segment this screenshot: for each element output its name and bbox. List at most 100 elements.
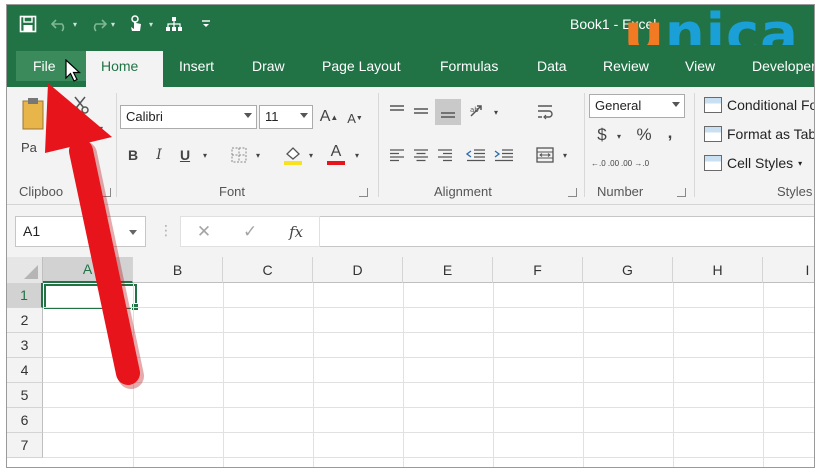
- active-cell[interactable]: [44, 284, 139, 311]
- formula-input[interactable]: [320, 216, 814, 247]
- group-separator: [378, 93, 379, 197]
- orientation-dropdown-icon[interactable]: ▾: [491, 104, 501, 120]
- number-group-label: Number: [597, 184, 644, 199]
- orientation-icon[interactable]: ab: [467, 101, 489, 121]
- middle-align-icon[interactable]: [411, 101, 431, 121]
- customize-toolbar-icon[interactable]: [195, 13, 217, 35]
- cut-icon[interactable]: [70, 95, 90, 115]
- conditional-formatting-button[interactable]: Conditional Fo: [704, 97, 814, 113]
- copy-dropdown-icon[interactable]: ▾: [96, 123, 106, 133]
- column-header[interactable]: H: [673, 257, 763, 283]
- row-header[interactable]: 7: [7, 433, 43, 458]
- percent-button[interactable]: %: [634, 124, 654, 146]
- increase-indent-icon[interactable]: [493, 145, 515, 165]
- grid-line: [223, 283, 224, 467]
- tab-formulas[interactable]: Formulas: [440, 58, 498, 74]
- column-header[interactable]: F: [493, 257, 583, 283]
- cancel-icon[interactable]: ✕: [197, 222, 211, 242]
- font-name-select[interactable]: Calibri: [120, 105, 257, 129]
- tab-home[interactable]: Home: [86, 51, 163, 87]
- top-align-icon[interactable]: [387, 101, 407, 121]
- row-header[interactable]: 3: [7, 333, 43, 358]
- font-launcher-icon[interactable]: [359, 188, 368, 197]
- column-header[interactable]: A: [43, 257, 133, 283]
- font-color-button[interactable]: A: [325, 141, 347, 167]
- bold-button[interactable]: B: [123, 145, 143, 165]
- borders-dropdown-icon[interactable]: ▾: [253, 147, 263, 163]
- row-header[interactable]: 1: [7, 283, 43, 308]
- currency-button[interactable]: $: [593, 124, 611, 146]
- row-header[interactable]: 5: [7, 383, 43, 408]
- spreadsheet-grid[interactable]: ABCDEFGHI 1234567: [7, 257, 814, 467]
- undo-icon[interactable]: [49, 13, 71, 35]
- formula-bar-handle[interactable]: ⋮: [159, 222, 173, 239]
- merge-dropdown-icon[interactable]: ▾: [560, 147, 570, 163]
- tab-review[interactable]: Review: [603, 58, 649, 74]
- font-color-swatch: [327, 161, 345, 165]
- save-icon[interactable]: [17, 13, 39, 35]
- clipboard-launcher-icon[interactable]: [102, 188, 111, 197]
- align-left-icon[interactable]: [387, 145, 407, 165]
- underline-dropdown-icon[interactable]: ▾: [200, 147, 210, 163]
- grid-line: [673, 283, 674, 467]
- column-header[interactable]: I: [763, 257, 814, 283]
- grow-font-button[interactable]: A ▲: [319, 106, 339, 128]
- underline-button[interactable]: U: [175, 145, 195, 165]
- fill-color-dropdown-icon[interactable]: ▾: [306, 147, 316, 163]
- currency-dropdown-icon[interactable]: ▾: [614, 128, 624, 144]
- format-painter-icon[interactable]: [75, 145, 97, 167]
- touch-mode-icon[interactable]: [125, 13, 147, 35]
- bottom-align-icon[interactable]: [435, 99, 461, 125]
- borders-icon[interactable]: [229, 145, 249, 165]
- name-box-value: A1: [23, 223, 41, 239]
- shrink-font-button[interactable]: A ▼: [345, 108, 365, 128]
- tab-view[interactable]: View: [685, 58, 715, 74]
- tab-draw[interactable]: Draw: [252, 58, 285, 74]
- network-icon[interactable]: [163, 13, 185, 35]
- paste-label[interactable]: Pa: [21, 140, 37, 155]
- redo-dropdown-icon[interactable]: ▾: [111, 20, 115, 29]
- comma-button[interactable]: ,: [663, 122, 677, 144]
- select-all-button[interactable]: [7, 257, 43, 283]
- font-size-value: 11: [265, 109, 279, 124]
- number-launcher-icon[interactable]: [677, 188, 686, 197]
- name-box[interactable]: A1: [15, 216, 146, 247]
- tab-insert[interactable]: Insert: [179, 58, 214, 74]
- align-right-icon[interactable]: [435, 145, 455, 165]
- alignment-launcher-icon[interactable]: [568, 188, 577, 197]
- redo-icon[interactable]: [87, 13, 109, 35]
- decrease-indent-icon[interactable]: [465, 145, 487, 165]
- number-format-value: General: [595, 98, 642, 113]
- number-format-select[interactable]: General: [589, 94, 685, 118]
- format-as-table-button[interactable]: Format as Tabl: [704, 126, 814, 142]
- undo-dropdown-icon[interactable]: ▾: [73, 20, 77, 29]
- paste-icon[interactable]: [21, 97, 47, 131]
- column-header[interactable]: E: [403, 257, 493, 283]
- align-center-icon[interactable]: [411, 145, 431, 165]
- fill-color-icon[interactable]: [281, 143, 305, 167]
- tab-developer[interactable]: Developer: [752, 58, 814, 74]
- tab-data[interactable]: Data: [537, 58, 567, 74]
- enter-icon[interactable]: ✓: [243, 222, 257, 242]
- cell-styles-button[interactable]: Cell Styles ▾: [704, 155, 802, 171]
- column-header[interactable]: B: [133, 257, 223, 283]
- column-header[interactable]: D: [313, 257, 403, 283]
- svg-text:ab: ab: [470, 106, 479, 114]
- font-size-select[interactable]: 11: [259, 105, 313, 129]
- wrap-text-icon[interactable]: [534, 101, 556, 123]
- font-color-dropdown-icon[interactable]: ▾: [352, 147, 362, 163]
- column-header[interactable]: G: [583, 257, 673, 283]
- merge-center-icon[interactable]: [534, 145, 556, 165]
- insert-function-icon[interactable]: fx: [289, 223, 303, 241]
- increase-decimal-button[interactable]: ←.0 .00: [591, 153, 619, 175]
- clipboard-group-label: Clipboo: [19, 184, 64, 199]
- decrease-decimal-button[interactable]: .00 →.0: [621, 153, 649, 175]
- touch-dropdown-icon[interactable]: ▾: [149, 20, 153, 29]
- row-header[interactable]: 6: [7, 408, 43, 433]
- row-header[interactable]: 2: [7, 308, 43, 333]
- tab-page-layout[interactable]: Page Layout: [322, 58, 401, 74]
- column-header[interactable]: C: [223, 257, 313, 283]
- row-header[interactable]: 4: [7, 358, 43, 383]
- italic-button[interactable]: I: [149, 145, 169, 165]
- formula-bar: A1 ⋮ ✕ ✓ fx: [7, 205, 814, 257]
